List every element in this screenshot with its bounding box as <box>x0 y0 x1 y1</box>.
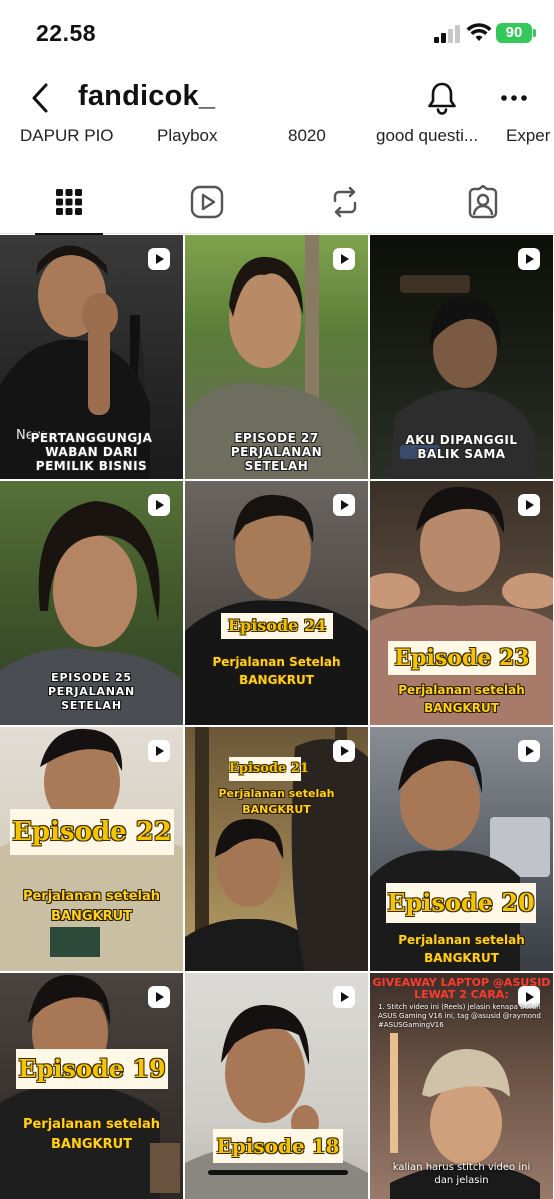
post-caption-line: Perjalanan setelah <box>398 683 525 697</box>
posts-grid: New PERTANGGUNGJA WABAN DARI PEMILIK BIS… <box>0 235 554 1199</box>
home-indicator[interactable] <box>208 1170 348 1175</box>
status-time: 22.58 <box>36 20 97 46</box>
episode-label: Episode 18 <box>213 1129 343 1163</box>
reel-icon <box>148 248 170 270</box>
highlight-label[interactable]: Playbox <box>157 126 217 146</box>
reels-icon <box>190 185 224 219</box>
post-caption-line: AKU DIPANGGIL <box>405 433 518 447</box>
tab-posts[interactable] <box>0 170 138 235</box>
post-tile[interactable]: EPISODE 27 PERJALANAN SETELAH <box>185 235 368 479</box>
post-tile[interactable]: Episode 24 Perjalanan Setelah BANGKRUT <box>185 481 368 725</box>
episode-label: Episode 21 <box>229 757 309 781</box>
post-caption-line: PERTANGGUNGJA <box>30 431 153 445</box>
chevron-left-icon <box>32 83 48 113</box>
more-options-button[interactable] <box>494 78 534 118</box>
post-caption-line: SETELAH <box>244 459 309 473</box>
post-caption-line: BANGKRUT <box>424 951 499 965</box>
post-caption-line: BANGKRUT <box>424 701 499 715</box>
back-button[interactable] <box>22 78 58 118</box>
tab-reposts[interactable] <box>276 170 414 234</box>
post-caption-line: PERJALANAN <box>47 685 136 698</box>
reel-icon <box>333 986 355 1008</box>
post-caption-line: WABAN DARI <box>45 445 138 459</box>
post-caption-line: PERJALANAN <box>230 445 323 459</box>
reel-icon <box>148 740 170 762</box>
post-caption-line: EPISODE 27 <box>234 431 319 445</box>
post-caption-line: BANGKRUT <box>50 909 133 924</box>
bell-icon <box>428 82 456 115</box>
wifi-icon <box>466 23 492 41</box>
post-tile[interactable]: Episode 20 Perjalanan setelah BANGKRUT <box>370 727 553 971</box>
post-thumbnail <box>185 494 368 725</box>
post-tile[interactable]: Episode 22 Perjalanan setelah BANGKRUT <box>0 727 183 971</box>
post-caption-line: EPISODE 25 <box>51 671 132 684</box>
highlight-label[interactable]: Exper <box>506 126 550 146</box>
post-caption-line: Perjalanan setelah <box>398 933 525 947</box>
tab-tagged[interactable] <box>414 170 552 234</box>
giveaway-title-line: LEWAT 2 CARA: <box>414 988 509 1001</box>
more-dots-icon <box>501 95 527 101</box>
giveaway-caption: kalian harus stitch video ini dan jelasi… <box>370 1161 553 1187</box>
post-tile[interactable]: Episode 19 Perjalanan setelah BANGKRUT <box>0 973 183 1199</box>
giveaway-title: GIVEAWAY LAPTOP @ASUSID LEWAT 2 CARA: <box>370 977 553 1001</box>
tagged-icon <box>468 185 498 219</box>
profile-tabs <box>0 170 554 235</box>
reel-icon <box>518 248 540 270</box>
cellular-signal-icon <box>434 25 462 43</box>
post-tile[interactable]: AKU DIPANGGIL BALIK SAMA <box>370 235 553 479</box>
episode-label: Episode 20 <box>386 883 536 923</box>
reel-icon <box>333 740 355 762</box>
post-caption-line: Perjalanan setelah <box>218 787 335 800</box>
reel-icon <box>518 740 540 762</box>
post-caption-line: BANGKRUT <box>242 803 311 816</box>
battery-indicator: 90 <box>496 23 536 43</box>
post-tile[interactable]: EPISODE 25 PERJALANAN SETELAH <box>0 481 183 725</box>
status-bar: 22.58 90 <box>0 0 554 66</box>
reel-icon <box>333 248 355 270</box>
post-caption-line: BANGKRUT <box>50 1137 133 1152</box>
post-caption-line: BANGKRUT <box>239 673 314 687</box>
reel-icon <box>148 494 170 516</box>
giveaway-body: 1. Stitch video ini (Reels) jelasin kena… <box>378 1003 541 1029</box>
reel-icon <box>518 494 540 516</box>
post-caption-line: Perjalanan Setelah <box>212 655 341 669</box>
post-tile[interactable]: Episode 21 Perjalanan setelah BANGKRUT <box>185 727 368 971</box>
post-caption-line: PEMILIK BISNIS <box>35 459 148 473</box>
post-caption-line: Perjalanan setelah <box>22 1117 161 1132</box>
reel-icon <box>148 986 170 1008</box>
episode-label: Episode 24 <box>221 613 333 639</box>
post-caption-line: kalian harus stitch video ini <box>392 1162 531 1173</box>
highlight-label[interactable]: DAPUR PIO <box>20 126 114 146</box>
tab-reels[interactable] <box>138 170 276 234</box>
post-tile[interactable]: Episode 23 Perjalanan setelah BANGKRUT <box>370 481 553 725</box>
repost-icon <box>333 186 357 218</box>
highlight-label[interactable]: 8020 <box>288 126 326 146</box>
notifications-button[interactable] <box>422 78 462 118</box>
grid-icon <box>56 189 82 215</box>
post-caption-line: Perjalanan setelah <box>22 889 161 904</box>
post-caption-line: BALIK SAMA <box>417 447 506 461</box>
profile-username: fandicok_ <box>78 80 216 112</box>
highlight-label[interactable]: good questi... <box>376 126 478 146</box>
profile-header: fandicok_ <box>0 70 554 126</box>
episode-label: Episode 22 <box>10 809 174 855</box>
post-tile[interactable]: New PERTANGGUNGJA WABAN DARI PEMILIK BIS… <box>0 235 183 479</box>
episode-label: Episode 23 <box>388 641 536 675</box>
reel-icon <box>333 494 355 516</box>
episode-label: Episode 19 <box>16 1049 168 1089</box>
post-caption-line: SETELAH <box>61 699 122 712</box>
post-tile[interactable]: GIVEAWAY LAPTOP @ASUSID LEWAT 2 CARA: 1.… <box>370 973 553 1199</box>
story-highlights-row: DAPUR PIO Playbox 8020 good questi... Ex… <box>0 124 554 150</box>
post-caption-line: dan jelasin <box>434 1175 489 1186</box>
post-tile[interactable]: Episode 18 <box>185 973 368 1199</box>
